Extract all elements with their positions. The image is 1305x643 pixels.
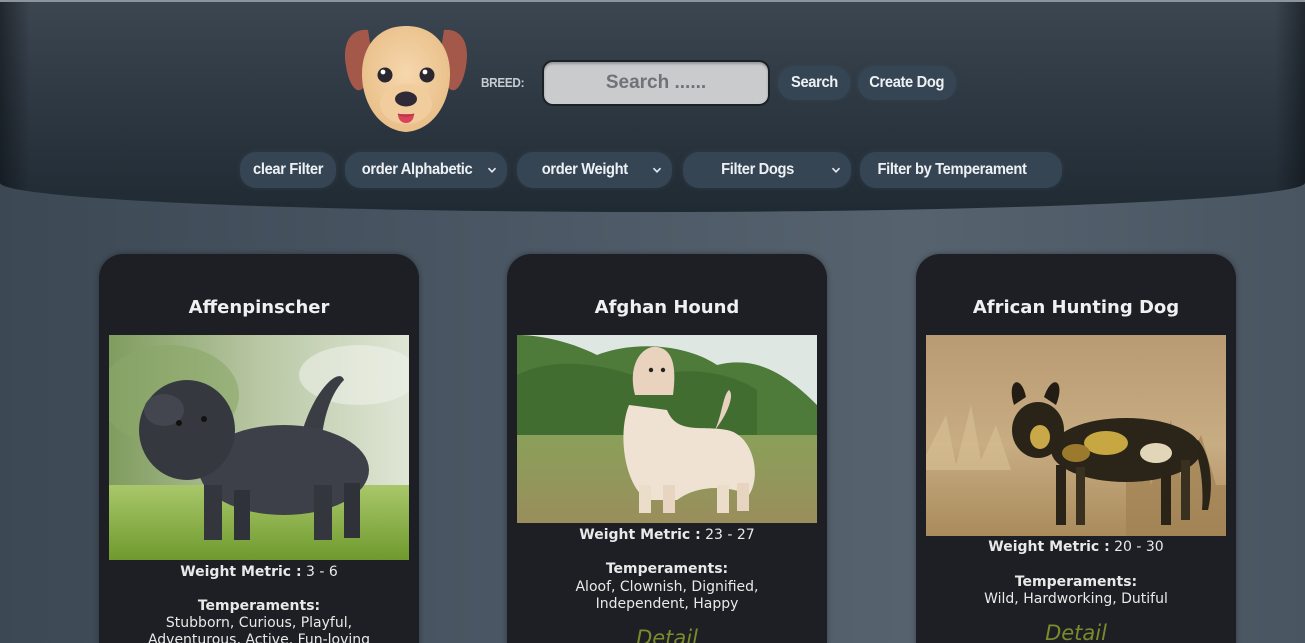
weight-label: Weight Metric : [180, 564, 302, 580]
weight-value: 3 - 6 [306, 564, 338, 580]
spotted-wild-dog-photo [926, 335, 1226, 536]
clear-filter-button[interactable]: clear Filter [240, 152, 336, 188]
clear-filter-label: clear Filter [252, 161, 324, 178]
dog-face-icon [344, 26, 468, 132]
weight-row: Weight Metric : 3 - 6 [99, 564, 419, 580]
dog-card-title: African Hunting Dog [972, 297, 1180, 318]
black-shaggy-dog-photo [109, 335, 409, 560]
temperaments-value: Stubborn, Curious, Playful, Adventurous,… [147, 615, 371, 643]
temperaments-value: Aloof, Clownish, Dignified, Independent,… [575, 579, 759, 612]
dog-card: Affenpinscher Weight Metric : 3 - 6 Temp… [99, 254, 419, 643]
create-dog-button[interactable]: Create Dog [858, 66, 956, 100]
weight-label: Weight Metric : [988, 539, 1110, 555]
weight-value: 20 - 30 [1114, 539, 1164, 555]
chevron-down-icon [487, 167, 497, 173]
order-weight-select[interactable]: order Weight [517, 152, 672, 188]
weight-value: 23 - 27 [705, 527, 755, 543]
cream-long-haired-dog-photo [517, 335, 817, 523]
filter-temperament-label: Filter by Temperament [877, 161, 1027, 178]
temperaments-label: Temperaments: [1014, 574, 1138, 590]
search-button[interactable]: Search [778, 66, 850, 100]
detail-link[interactable]: Detail [916, 621, 1236, 643]
chevron-down-icon [831, 167, 841, 173]
temperaments-value: Wild, Hardworking, Dutiful [984, 591, 1168, 607]
dog-card-title: Afghan Hound [594, 297, 740, 318]
weight-row: Weight Metric : 23 - 27 [507, 527, 827, 543]
weight-label: Weight Metric : [579, 527, 701, 543]
search-button-label: Search [790, 74, 838, 91]
breed-label: BREED: [481, 75, 525, 90]
filter-dogs-select[interactable]: Filter Dogs [683, 152, 851, 188]
detail-link[interactable]: Detail [507, 626, 827, 643]
weight-row: Weight Metric : 20 - 30 [916, 539, 1236, 555]
order-alphabetic-label: order Alphabetic [361, 161, 473, 178]
temperaments-label: Temperaments: [605, 561, 729, 577]
dog-card: African Hunting Dog Weight Metric : 20 -… [916, 254, 1236, 643]
chevron-down-icon [652, 167, 662, 173]
filter-temperament-select[interactable]: Filter by Temperament [860, 152, 1062, 188]
search-input[interactable] [542, 60, 770, 106]
order-alphabetic-select[interactable]: order Alphabetic [345, 152, 507, 188]
create-dog-button-label: Create Dog [869, 74, 945, 91]
dog-card-title: Affenpinscher [188, 297, 330, 318]
filter-dogs-label: Filter Dogs [721, 161, 795, 178]
temperaments-label: Temperaments: [197, 598, 321, 614]
order-weight-label: order Weight [541, 161, 628, 178]
dog-card: Afghan Hound Weight Metric : 23 - 27 Tem… [507, 254, 827, 643]
